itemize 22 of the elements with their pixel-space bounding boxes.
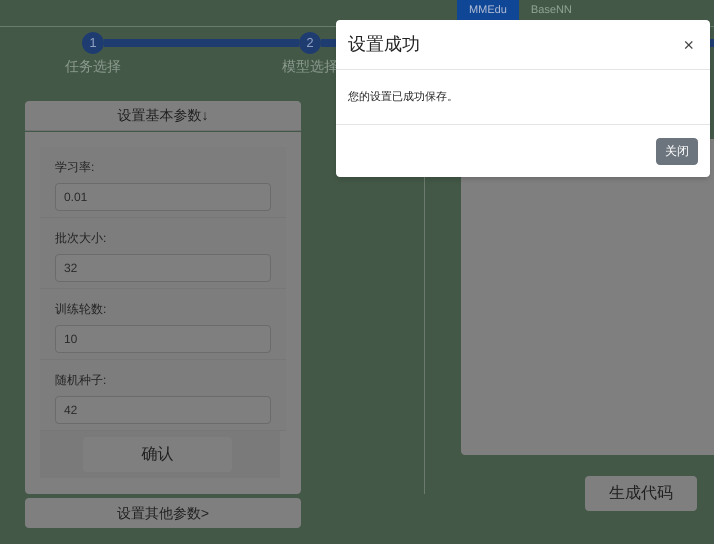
- tab[interactable]: BaseNN: [518, 0, 584, 20]
- step-label: 模型选择: [282, 57, 338, 76]
- input-field[interactable]: 32: [55, 254, 271, 282]
- step-label: 任务选择: [65, 57, 121, 76]
- generate-code-button[interactable]: 生成代码: [585, 476, 697, 511]
- close-dialog-button[interactable]: 关闭: [656, 138, 698, 164]
- step-number: 1: [82, 32, 104, 54]
- field-label: 随机种子:: [55, 372, 108, 388]
- input-field[interactable]: 0.01: [55, 183, 271, 211]
- confirm-button[interactable]: 确认: [83, 437, 232, 472]
- close-button[interactable]: ×: [679, 36, 698, 54]
- other-params-toggle[interactable]: 设置其他参数>: [25, 498, 301, 528]
- input-field[interactable]: 10: [55, 325, 271, 353]
- field-label: 学习率:: [55, 159, 96, 175]
- step-number: 2: [299, 32, 321, 54]
- input-field[interactable]: 42: [55, 396, 271, 424]
- field-label: 训练轮数:: [55, 301, 108, 317]
- dialog-title: 设置成功: [348, 33, 420, 56]
- basic-params-toggle[interactable]: 设置基本参数↓: [25, 101, 301, 131]
- tab[interactable]: MMEdu: [457, 0, 519, 20]
- field-label: 批次大小:: [55, 230, 108, 246]
- dialog-message: 您的设置已成功保存。: [348, 90, 458, 105]
